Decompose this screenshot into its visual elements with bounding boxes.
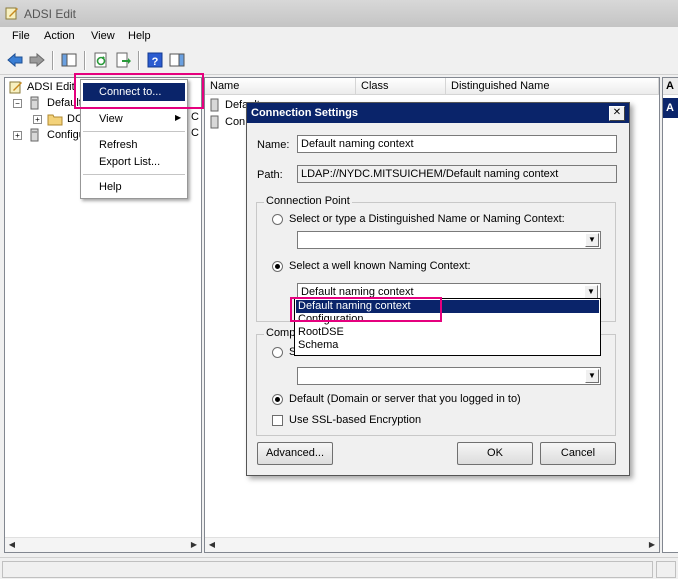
toolbar: ? <box>0 47 678 75</box>
column-header-name[interactable]: Name <box>205 78 356 95</box>
truncated-text: C <box>191 127 199 139</box>
dialog-title: Connection Settings <box>247 103 629 123</box>
dropdown-option-rootdse[interactable]: RootDSE <box>296 326 599 339</box>
menu-action[interactable]: Action <box>44 30 75 42</box>
name-label: Name: <box>257 139 290 151</box>
list-horizontal-scrollbar[interactable]: ◀ ▶ <box>205 537 659 552</box>
actions-header: A <box>663 78 678 95</box>
status-segment <box>2 561 653 578</box>
menu-separator <box>83 174 185 175</box>
help-icon[interactable]: ? <box>146 51 164 69</box>
computer-combo[interactable]: ▼ <box>297 367 601 385</box>
forward-arrow-icon[interactable] <box>28 51 46 69</box>
menu-item-help[interactable]: Help <box>83 178 185 196</box>
radio-distinguished-name-label: Select or type a Distinguished Name or N… <box>289 213 565 225</box>
column-header-distinguished-name[interactable]: Distinguished Name <box>446 78 659 95</box>
toolbar-separator <box>52 51 54 70</box>
server-icon <box>210 98 219 112</box>
list-item-label: Con <box>225 116 246 128</box>
connection-point-title: Connection Point <box>264 195 352 207</box>
tree-item-label: ADSI Edit <box>27 81 75 93</box>
expand-icon[interactable]: + <box>33 115 42 124</box>
dropdown-option-schema[interactable]: Schema <box>296 339 599 352</box>
ssl-checkbox[interactable] <box>272 415 283 426</box>
ok-button[interactable]: OK <box>457 442 533 465</box>
tree-horizontal-scrollbar[interactable]: ◀ ▶ <box>5 537 201 552</box>
truncated-text: C <box>191 111 199 123</box>
menu-file[interactable]: File <box>12 30 30 42</box>
server-icon <box>30 128 39 142</box>
expand-icon[interactable]: + <box>13 131 22 140</box>
toolbar-separator <box>84 51 86 70</box>
distinguished-name-combo[interactable]: ▼ <box>297 231 601 249</box>
scroll-left-icon[interactable]: ◀ <box>205 538 219 552</box>
show-hide-action-pane-icon[interactable] <box>168 51 186 69</box>
adsi-edit-app-icon <box>5 7 18 20</box>
menu-separator <box>83 131 185 132</box>
scroll-left-icon[interactable]: ◀ <box>5 538 19 552</box>
chevron-down-icon[interactable]: ▼ <box>585 233 599 247</box>
name-field[interactable]: Default naming context <box>297 135 617 153</box>
refresh-icon[interactable] <box>92 51 110 69</box>
show-hide-console-tree-icon[interactable] <box>60 51 78 69</box>
window-titlebar: ADSI Edit <box>0 0 678 28</box>
export-list-icon[interactable] <box>114 51 132 69</box>
collapse-icon[interactable]: − <box>13 99 22 108</box>
svg-text:?: ? <box>152 56 159 68</box>
column-header-class[interactable]: Class <box>356 78 446 95</box>
radio-default-domain[interactable] <box>272 394 283 405</box>
ssl-checkbox-label: Use SSL-based Encryption <box>289 414 422 426</box>
menu-help[interactable]: Help <box>128 30 151 42</box>
actions-selected-item[interactable]: A <box>663 98 678 118</box>
scroll-right-icon[interactable]: ▶ <box>187 538 201 552</box>
scroll-right-icon[interactable]: ▶ <box>645 538 659 552</box>
back-arrow-icon[interactable] <box>6 51 24 69</box>
highlight-connect-to <box>74 73 204 109</box>
folder-icon <box>47 114 63 126</box>
server-icon <box>30 96 39 110</box>
menu-view[interactable]: View <box>91 30 115 42</box>
chevron-down-icon[interactable]: ▼ <box>585 369 599 383</box>
radio-default-domain-label: Default (Domain or server that you logge… <box>289 393 521 405</box>
window-title: ADSI Edit <box>24 7 77 21</box>
menu-item-view[interactable]: View <box>83 110 185 128</box>
adsi-edit-icon <box>9 81 22 94</box>
advanced-button[interactable]: Advanced... <box>257 442 333 465</box>
computer-group-title: Comp <box>264 327 298 339</box>
radio-select-computer[interactable] <box>272 347 283 358</box>
menu-item-refresh[interactable]: Refresh <box>83 136 185 154</box>
status-segment <box>656 561 676 578</box>
highlight-default-naming-context <box>290 297 442 322</box>
radio-well-known-context-label: Select a well known Naming Context: <box>289 260 471 272</box>
connection-settings-dialog: Connection Settings ✕ Name: Default nami… <box>246 102 630 476</box>
server-icon <box>210 115 219 129</box>
close-icon[interactable]: ✕ <box>609 106 625 121</box>
status-bar <box>0 557 678 579</box>
cancel-button[interactable]: Cancel <box>540 442 616 465</box>
menu-bar: File Action View Help <box>0 27 678 47</box>
toolbar-separator <box>138 51 140 70</box>
radio-distinguished-name[interactable] <box>272 214 283 225</box>
menu-item-export-list[interactable]: Export List... <box>83 153 185 171</box>
submenu-arrow-icon: ▶ <box>175 113 182 122</box>
path-field: LDAP://NYDC.MITSUICHEM/Default naming co… <box>297 165 617 183</box>
radio-well-known-context[interactable] <box>272 261 283 272</box>
actions-pane: A A <box>662 77 678 553</box>
chevron-down-icon[interactable]: ▼ <box>584 285 598 299</box>
path-label: Path: <box>257 169 283 181</box>
